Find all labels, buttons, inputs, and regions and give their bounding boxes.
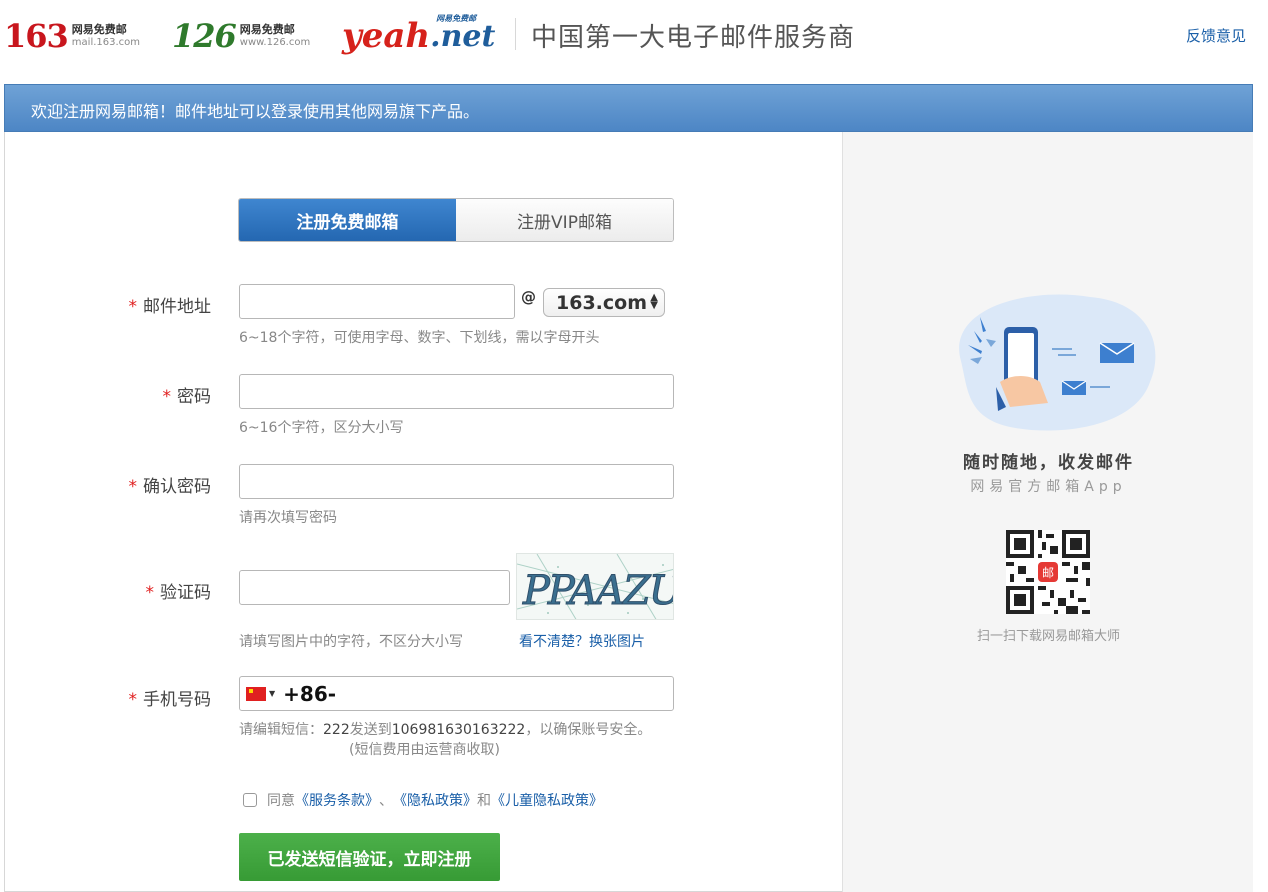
caret-down-icon[interactable]: ▼ xyxy=(269,689,275,698)
tab-free-mailbox[interactable]: 注册免费邮箱 xyxy=(239,199,456,241)
password-hint: 6~16个字符，区分大小写 xyxy=(239,420,404,436)
phone-input[interactable]: ▼ +86- xyxy=(239,676,674,711)
logo-yeah-net-word: .net xyxy=(430,18,496,54)
sms-hint: 请编辑短信：222发送到106981630163222，以确保账号安全。 (短信… xyxy=(239,722,652,758)
country-code: +86- xyxy=(283,681,337,706)
logo-yeah-net[interactable]: yeah 网易免费邮 .net xyxy=(342,12,496,58)
logo-163-line1: 网易免费邮 xyxy=(71,23,127,36)
phone-mail-illustration-icon xyxy=(959,294,1156,431)
feedback-link[interactable]: 反馈意见 xyxy=(1186,25,1246,46)
updown-arrow-icon: ▲ ▼ xyxy=(650,292,658,311)
cn-flag-icon[interactable] xyxy=(246,686,266,701)
sms-number: 106981630163222 xyxy=(391,722,526,738)
child-privacy-link[interactable]: 《儿童隐私政策》 xyxy=(491,790,603,810)
welcome-banner: 欢迎注册网易邮箱！邮件地址可以登录使用其他网易旗下产品。 xyxy=(4,84,1253,132)
confirm-password-hint: 请再次填写密码 xyxy=(239,510,337,526)
logo-126-number: 126 xyxy=(172,17,237,55)
header-slogan: 中国第一大电子邮件服务商 xyxy=(531,23,856,53)
promo-title: 随时随地，收发邮件 xyxy=(963,453,1134,473)
domain-select[interactable]: 163.com ▲ ▼ xyxy=(543,288,665,317)
agree-checkbox[interactable] xyxy=(243,793,257,807)
agreement-row: 同意 《服务条款》 、 《隐私政策》 和 《儿童隐私政策》 xyxy=(243,790,603,810)
qr-code-icon: 邮 xyxy=(1006,530,1090,614)
logo-yeah-word: yeah xyxy=(342,16,431,56)
logo-126-line2: www.126.com xyxy=(239,37,311,48)
captcha-input[interactable] xyxy=(239,570,510,605)
sms-fee-note: (短信费用由运营商收取) xyxy=(349,742,500,758)
promo-subtitle: 网易官方邮箱App xyxy=(970,479,1127,495)
captcha-label: * 验证码 xyxy=(145,583,212,603)
logo-163[interactable]: 163 网易免费邮 mail.163.com xyxy=(4,14,140,58)
app-promo-sidebar: 随时随地，收发邮件 网易官方邮箱App 邮 扫一扫下载网易邮箱大师 xyxy=(842,132,1253,892)
qr-badge-text: 邮 xyxy=(1042,566,1054,580)
tab-vip-mailbox[interactable]: 注册VIP邮箱 xyxy=(456,199,673,241)
qr-caption: 扫一扫下载网易邮箱大师 xyxy=(976,629,1120,644)
terms-link[interactable]: 《服务条款》 xyxy=(295,790,379,810)
welcome-banner-text: 欢迎注册网易邮箱！邮件地址可以登录使用其他网易旗下产品。 xyxy=(31,102,480,121)
email-label: * 邮件地址 xyxy=(128,297,212,317)
top-header: 163 网易免费邮 mail.163.com 126 网易免费邮 www.126… xyxy=(0,0,1268,70)
logo-126[interactable]: 126 网易免费邮 www.126.com xyxy=(172,14,310,58)
privacy-link[interactable]: 《隐私政策》 xyxy=(393,790,477,810)
logo-163-number: 163 xyxy=(4,17,69,55)
captcha-refresh-link[interactable]: 看不清楚？换张图片 xyxy=(519,631,645,651)
at-sign: @ xyxy=(521,288,536,306)
confirm-password-input[interactable] xyxy=(239,464,674,499)
email-hint: 6~18个字符，可使用字母、数字、下划线，需以字母开头 xyxy=(239,330,600,346)
required-mark: * xyxy=(128,297,138,317)
required-mark: * xyxy=(128,477,138,497)
captcha-graphic: PPAAZU xyxy=(517,554,674,619)
password-label: * 密码 xyxy=(162,387,212,407)
logo-yeah-tag: 网易免费邮 xyxy=(436,12,477,23)
required-mark: * xyxy=(162,387,172,407)
email-input[interactable] xyxy=(239,284,515,319)
sms-code: 222 xyxy=(323,722,350,738)
captcha-image[interactable]: PPAAZU xyxy=(516,553,674,620)
phone-label: * 手机号码 xyxy=(128,690,212,710)
captcha-hint: 请填写图片中的字符，不区分大小写 xyxy=(239,634,463,650)
logo-126-line1: 网易免费邮 xyxy=(239,23,295,36)
logo-163-line2: mail.163.com xyxy=(71,37,141,48)
registration-panel: 注册免费邮箱 注册VIP邮箱 * 邮件地址 @ 163.com ▲ ▼ 6~18个字… xyxy=(4,132,1253,892)
required-mark: * xyxy=(128,690,138,710)
header-divider xyxy=(515,18,516,50)
captcha-text: PPAAZU xyxy=(522,568,674,614)
password-input[interactable] xyxy=(239,374,674,409)
domain-select-value: 163.com xyxy=(556,291,647,314)
confirm-password-label: * 确认密码 xyxy=(128,477,212,497)
submit-button[interactable]: 已发送短信验证，立即注册 xyxy=(239,833,500,881)
register-tabs: 注册免费邮箱 注册VIP邮箱 xyxy=(238,198,674,242)
required-mark: * xyxy=(145,583,155,603)
